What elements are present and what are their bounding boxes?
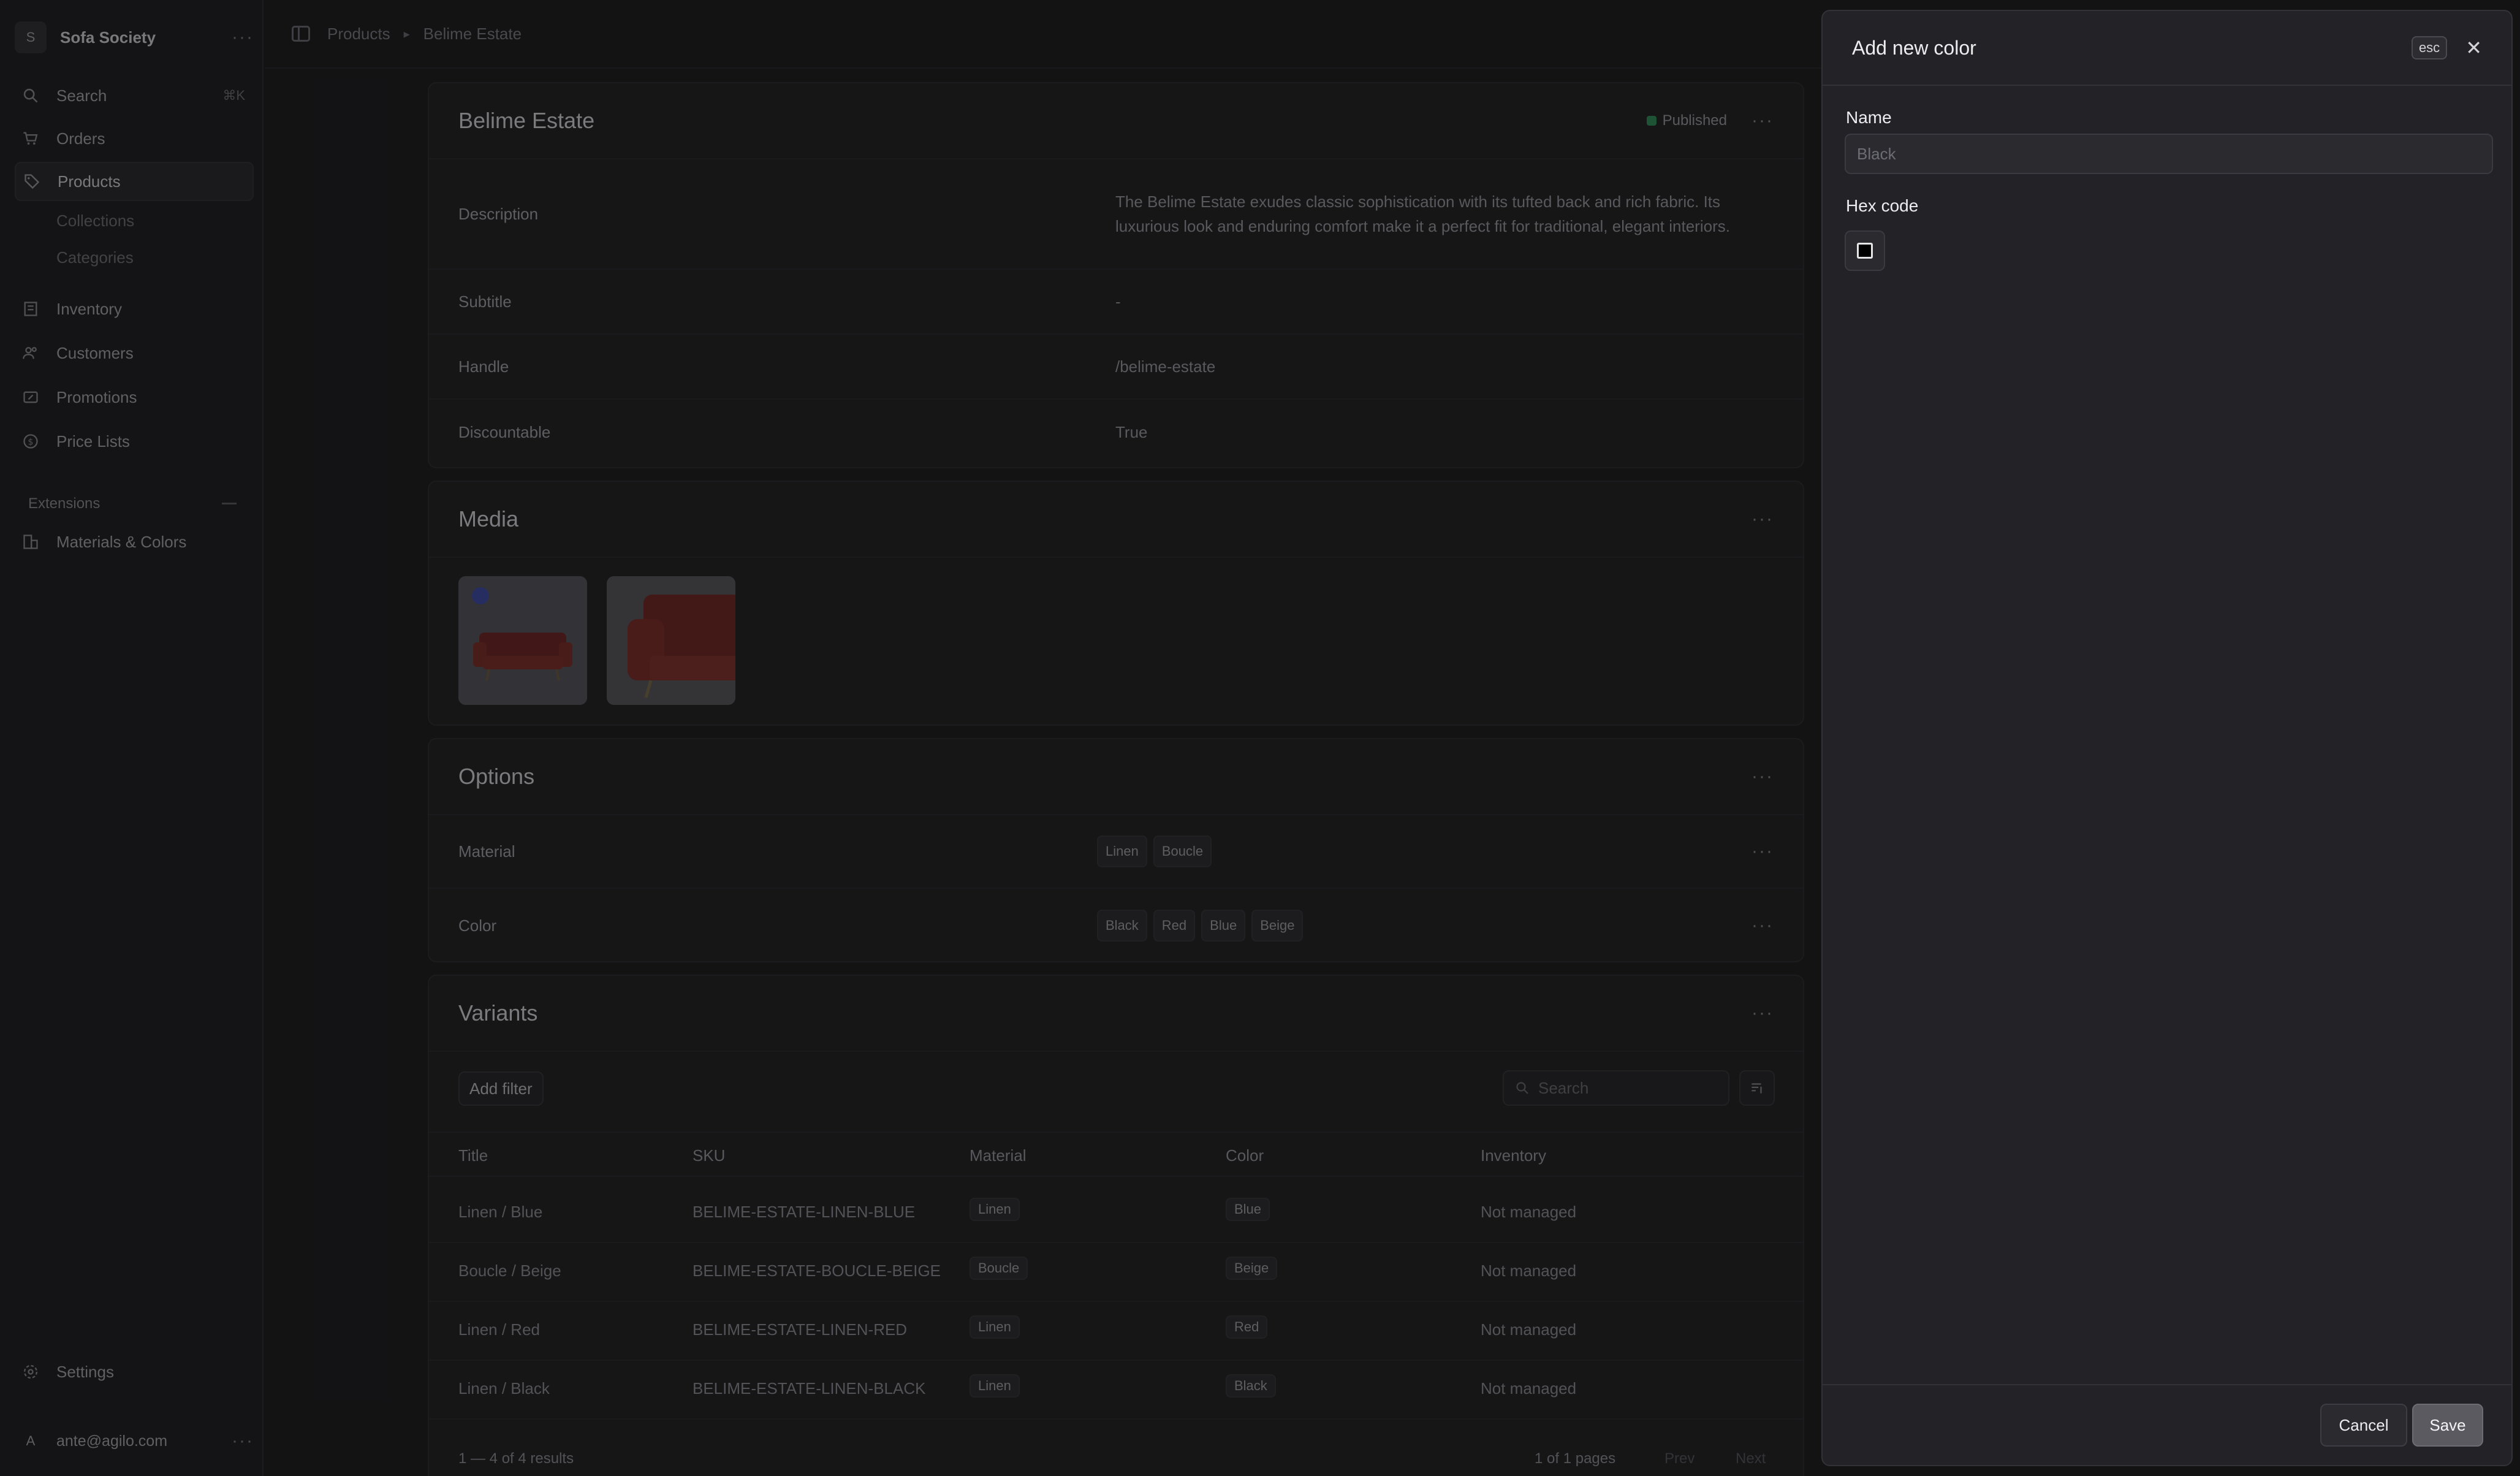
close-icon[interactable]: ✕ [2465, 36, 2482, 59]
save-button[interactable]: Save [2412, 1404, 2483, 1447]
color-picker-button[interactable] [1845, 230, 1885, 271]
name-field[interactable] [1845, 134, 2493, 174]
cancel-button[interactable]: Cancel [2320, 1404, 2407, 1447]
name-label: Name [1846, 108, 1892, 127]
color-swatch [1857, 243, 1873, 259]
drawer-title: Add new color [1852, 36, 1976, 59]
esc-key-badge: esc [2411, 36, 2448, 59]
add-color-drawer: Add new color esc ✕ Name Hex code Cancel… [1821, 10, 2513, 1466]
drawer-footer: Cancel Save [1823, 1384, 2511, 1465]
hex-code-label: Hex code [1846, 196, 1919, 215]
